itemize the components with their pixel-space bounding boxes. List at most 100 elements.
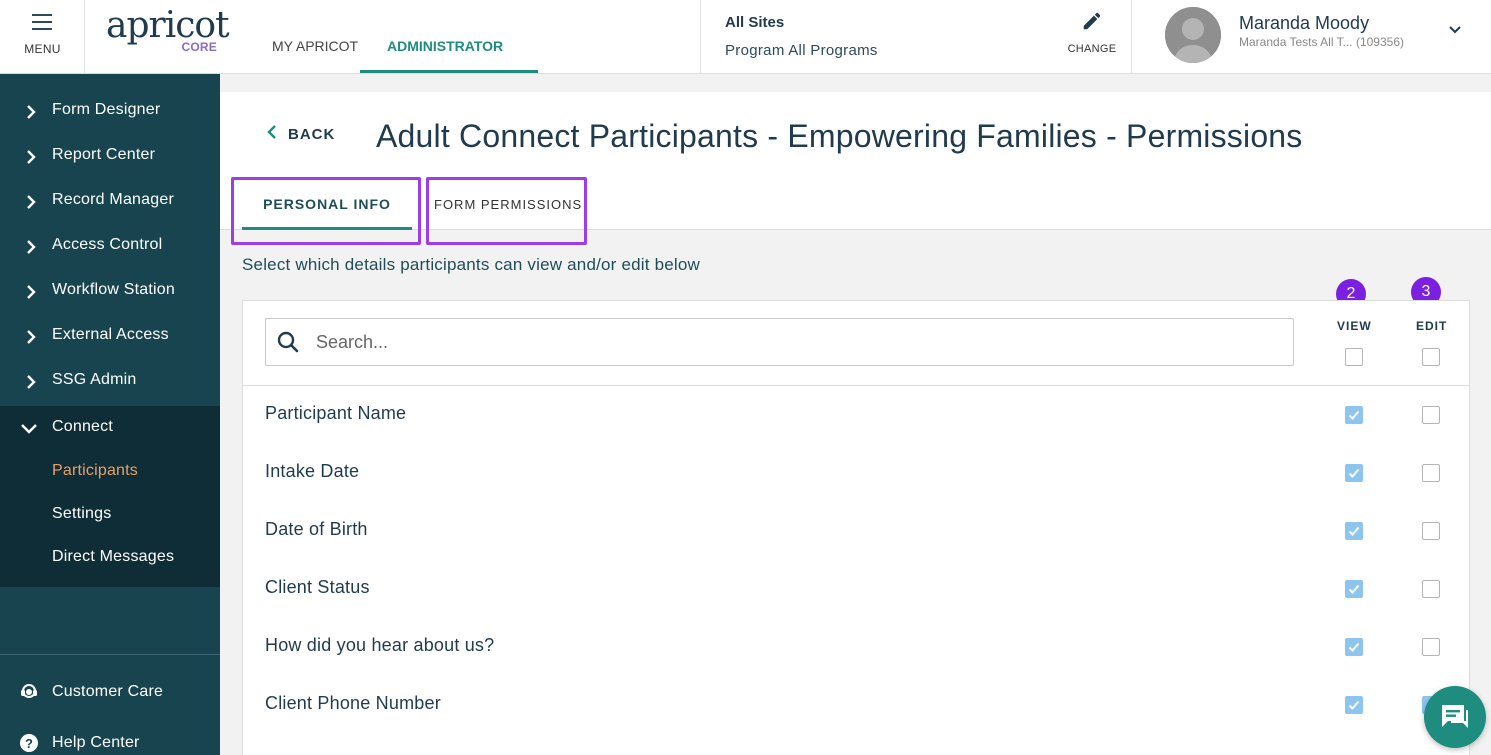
sidebar-connect-section: Connect Participants Settings Direct Mes… bbox=[0, 406, 220, 587]
permissions-table: VIEW EDIT Participant Name Intake Date D… bbox=[242, 300, 1470, 755]
sidebar-item-external-access[interactable]: External Access bbox=[0, 314, 220, 359]
sidebar-subitem-direct-messages[interactable]: Direct Messages bbox=[52, 548, 174, 566]
highlight-box-form-permissions bbox=[426, 177, 587, 245]
chevron-right-icon bbox=[27, 285, 36, 299]
column-header-view: VIEW bbox=[1337, 319, 1372, 333]
highlight-box-personal-info bbox=[231, 177, 421, 245]
sidebar-item-label: Form Designer bbox=[52, 101, 161, 118]
chevron-right-icon bbox=[27, 375, 36, 389]
row-label: How did you hear about us? bbox=[265, 635, 495, 655]
table-row: Participant Name bbox=[243, 386, 1469, 444]
top-bar: MENU apricot CORE MY APRICOT ADMINISTRAT… bbox=[0, 0, 1491, 74]
sidebar-help-center[interactable]: ? Help Center bbox=[0, 725, 220, 755]
svg-text:?: ? bbox=[25, 736, 33, 751]
view-checkbox[interactable] bbox=[1345, 522, 1363, 540]
sidebar-item-form-designer[interactable]: Form Designer bbox=[0, 89, 220, 134]
view-checkbox[interactable] bbox=[1345, 696, 1363, 714]
row-label: Client Phone Number bbox=[265, 693, 441, 713]
instruction-text: Select which details participants can vi… bbox=[242, 255, 701, 274]
chevron-right-icon bbox=[27, 150, 36, 164]
view-checkbox[interactable] bbox=[1345, 406, 1363, 424]
sites-program: Program All Programs bbox=[725, 42, 878, 59]
headset-icon bbox=[21, 684, 37, 698]
chevron-right-icon bbox=[27, 105, 36, 119]
sidebar-subitem-participants[interactable]: Participants bbox=[52, 462, 138, 480]
chat-icon bbox=[1442, 705, 1468, 728]
apricot-logo[interactable]: apricot CORE bbox=[106, 6, 230, 66]
back-button[interactable]: BACK bbox=[266, 124, 334, 145]
tab-active-indicator bbox=[360, 70, 538, 73]
search-icon bbox=[277, 331, 299, 353]
row-label: Client Status bbox=[265, 577, 370, 597]
search-input[interactable] bbox=[316, 329, 1276, 355]
view-checkbox[interactable] bbox=[1345, 638, 1363, 656]
table-row: Date of Birth bbox=[243, 502, 1469, 560]
chevron-right-icon bbox=[27, 195, 36, 209]
tab-administrator[interactable]: ADMINISTRATOR bbox=[387, 38, 503, 54]
user-name: Maranda Moody bbox=[1239, 13, 1370, 33]
menu-label: MENU bbox=[24, 42, 61, 56]
sidebar-item-label: Customer Care bbox=[52, 683, 164, 700]
change-button[interactable]: CHANGE bbox=[1067, 10, 1117, 55]
view-checkbox[interactable] bbox=[1345, 580, 1363, 598]
row-label: Date of Birth bbox=[265, 519, 368, 539]
sidebar-item-label: Report Center bbox=[52, 146, 156, 163]
table-row: Client Status bbox=[243, 560, 1469, 618]
tab-my-apricot[interactable]: MY APRICOT bbox=[272, 38, 358, 54]
table-row: Client Phone Number bbox=[243, 676, 1469, 734]
table-row: How did you hear about us? bbox=[243, 618, 1469, 676]
select-all-view-checkbox[interactable] bbox=[1345, 348, 1363, 366]
table-row: Intake Date bbox=[243, 444, 1469, 502]
sidebar-item-label: SSG Admin bbox=[52, 371, 137, 388]
chevron-right-icon bbox=[27, 240, 36, 254]
sidebar-customer-care[interactable]: Customer Care bbox=[0, 674, 220, 710]
hamburger-icon bbox=[32, 14, 52, 35]
sidebar: Form Designer Report Center Record Manag… bbox=[0, 74, 220, 755]
search-box bbox=[265, 318, 1294, 366]
row-label: Intake Date bbox=[265, 461, 360, 481]
page-header: BACK Adult Connect Participants - Empowe… bbox=[220, 92, 1491, 245]
pencil-icon bbox=[1083, 12, 1101, 30]
chevron-left-icon bbox=[267, 125, 276, 139]
app-root: MENU apricot CORE MY APRICOT ADMINISTRAT… bbox=[0, 0, 1491, 755]
sidebar-item-label: Workflow Station bbox=[52, 281, 175, 298]
row-label: Participant Name bbox=[265, 403, 407, 423]
site-program-selector: All Sites Program All Programs CHANGE bbox=[700, 0, 1132, 73]
chevron-down-icon bbox=[1449, 26, 1461, 34]
back-label: BACK bbox=[288, 126, 336, 143]
sidebar-item-workflow-station[interactable]: Workflow Station bbox=[0, 269, 220, 314]
sidebar-item-ssg-admin[interactable]: SSG Admin bbox=[0, 359, 220, 404]
column-header-edit: EDIT bbox=[1416, 319, 1448, 333]
edit-checkbox[interactable] bbox=[1422, 522, 1440, 540]
change-label: CHANGE bbox=[1067, 43, 1117, 55]
checkmark-icon bbox=[1348, 410, 1360, 420]
edit-checkbox[interactable] bbox=[1422, 580, 1440, 598]
checkmark-icon bbox=[1348, 642, 1360, 652]
page-title: Adult Connect Participants - Empowering … bbox=[376, 118, 1303, 154]
help-icon: ? bbox=[20, 734, 38, 752]
sidebar-item-label: Access Control bbox=[52, 236, 163, 253]
checkmark-icon bbox=[1348, 700, 1360, 710]
menu-button[interactable]: MENU bbox=[0, 0, 85, 73]
edit-checkbox[interactable] bbox=[1422, 638, 1440, 656]
select-all-edit-checkbox[interactable] bbox=[1422, 348, 1440, 366]
sidebar-item-report-center[interactable]: Report Center bbox=[0, 134, 220, 179]
sidebar-item-access-control[interactable]: Access Control bbox=[0, 224, 220, 269]
sidebar-item-record-manager[interactable]: Record Manager bbox=[0, 179, 220, 224]
sidebar-item-connect[interactable]: Connect bbox=[0, 406, 220, 451]
view-checkbox[interactable] bbox=[1345, 464, 1363, 482]
checkmark-icon bbox=[1348, 584, 1360, 594]
chevron-right-icon bbox=[27, 330, 36, 344]
logo-sub: CORE bbox=[181, 40, 217, 54]
sidebar-subitem-settings[interactable]: Settings bbox=[52, 505, 111, 523]
user-org: Maranda Tests All T... (109356) bbox=[1239, 35, 1404, 49]
sidebar-item-label: Record Manager bbox=[52, 191, 174, 208]
chat-button[interactable] bbox=[1424, 686, 1486, 748]
main-content: BACK Adult Connect Participants - Empowe… bbox=[220, 74, 1491, 755]
edit-checkbox[interactable] bbox=[1422, 406, 1440, 424]
sidebar-item-label: Connect bbox=[52, 418, 113, 435]
user-menu[interactable]: Maranda Moody Maranda Tests All T... (10… bbox=[1132, 0, 1491, 73]
sites-title: All Sites bbox=[725, 14, 785, 31]
avatar bbox=[1165, 7, 1221, 63]
edit-checkbox[interactable] bbox=[1422, 464, 1440, 482]
